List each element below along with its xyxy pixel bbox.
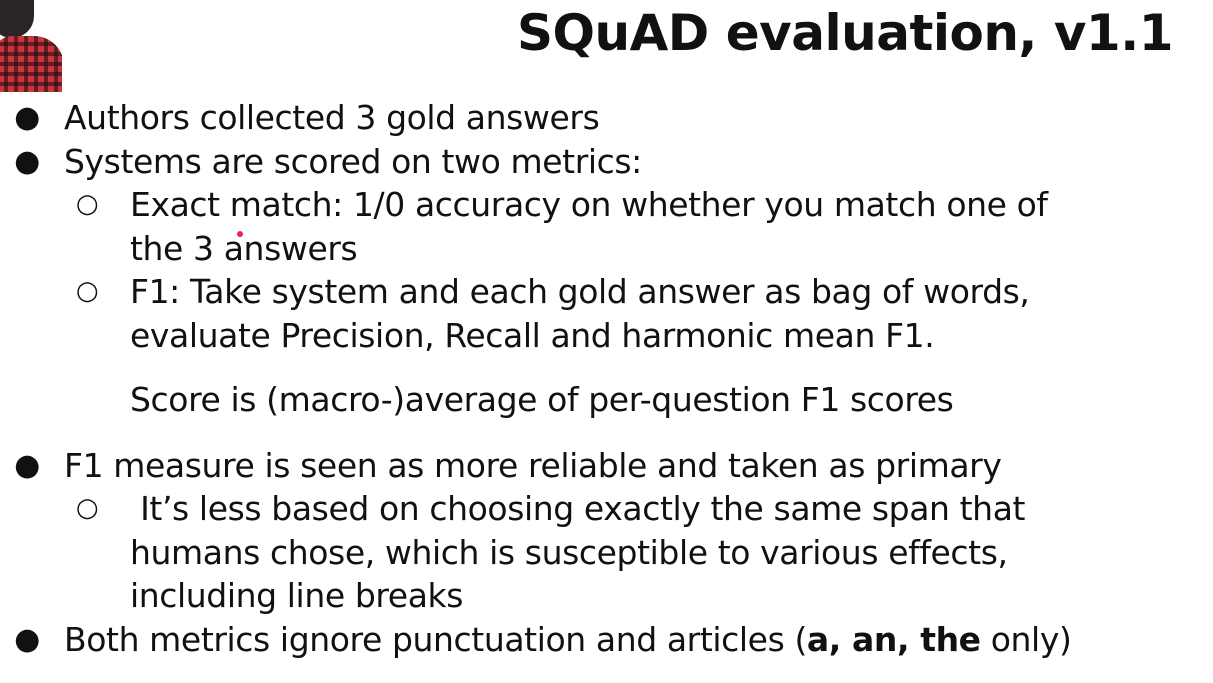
sub-bullet-text: Exact match: 1/0 accuracy on whether you… [130,185,1048,224]
sub-bullet-text: humans chose, which is susceptible to va… [130,532,1008,572]
sub-bullet-text: F1: Take system and each gold answer as … [130,272,1030,311]
bullet-text-suffix: only) [980,619,1072,659]
bullet-item: ● Systems are scored on two metrics: [0,140,1213,184]
sub-bullet-continuation: humans chose, which is susceptible to va… [0,531,1213,575]
sub-bullet-text: the 3 answers [130,228,358,268]
sub-bullet-circle: ○ [75,189,99,219]
bullet-text: Both metrics ignore punctuation and arti… [64,619,1072,659]
presenter-head [0,0,34,38]
bullet-text: Authors collected 3 gold answers [64,98,600,137]
slide-title: SQuAD evaluation, v1.1 [517,4,1174,62]
presenter-plaid-shirt [0,36,62,92]
sub-bullet-continuation: the 3 answers [0,227,1213,271]
presenter-webcam [0,0,62,92]
sub-bullet-continuation: including line breaks [0,574,1213,618]
sub-bullet-circle: ○ [75,276,99,306]
score-note: Score is (macro-)average of per-question… [0,378,1213,422]
sub-bullet-text: evaluate Precision, Recall and harmonic … [130,315,935,355]
bullet-dot: ● [14,447,40,483]
sub-bullet-circle: ○ [75,493,99,523]
bullet-item: ● Both metrics ignore punctuation and ar… [0,618,1213,662]
bullet-text-prefix: Both metrics ignore punctuation and arti… [64,619,807,659]
bullet-item: ● Authors collected 3 gold answers [0,96,1213,140]
bullet-dot: ● [14,621,40,657]
bullet-dot: ● [14,100,40,135]
sub-bullet-item: ○ It’s less based on choosing exactly th… [0,487,1213,531]
score-note-text: Score is (macro-)average of per-question… [130,380,954,419]
articles-bold: a, an, the [806,619,981,659]
bullet-item: ● F1 measure is seen as more reliable an… [0,444,1213,488]
sub-bullet-item: ○ F1: Take system and each gold answer a… [0,270,1213,314]
bullet-text: F1 measure is seen as more reliable and … [64,445,1002,485]
sub-bullet-text: including line breaks [130,576,464,615]
bullet-text: Systems are scored on two metrics: [64,141,642,181]
bullet-dot: ● [14,143,40,179]
sub-bullet-item: ○ Exact match: 1/0 accuracy on whether y… [0,183,1213,227]
sub-bullet-continuation: evaluate Precision, Recall and harmonic … [0,314,1213,358]
laser-pointer-dot [237,231,243,237]
sub-bullet-text: It’s less based on choosing exactly the … [130,489,1026,528]
slide-body: ● Authors collected 3 gold answers ● Sys… [0,96,1213,661]
